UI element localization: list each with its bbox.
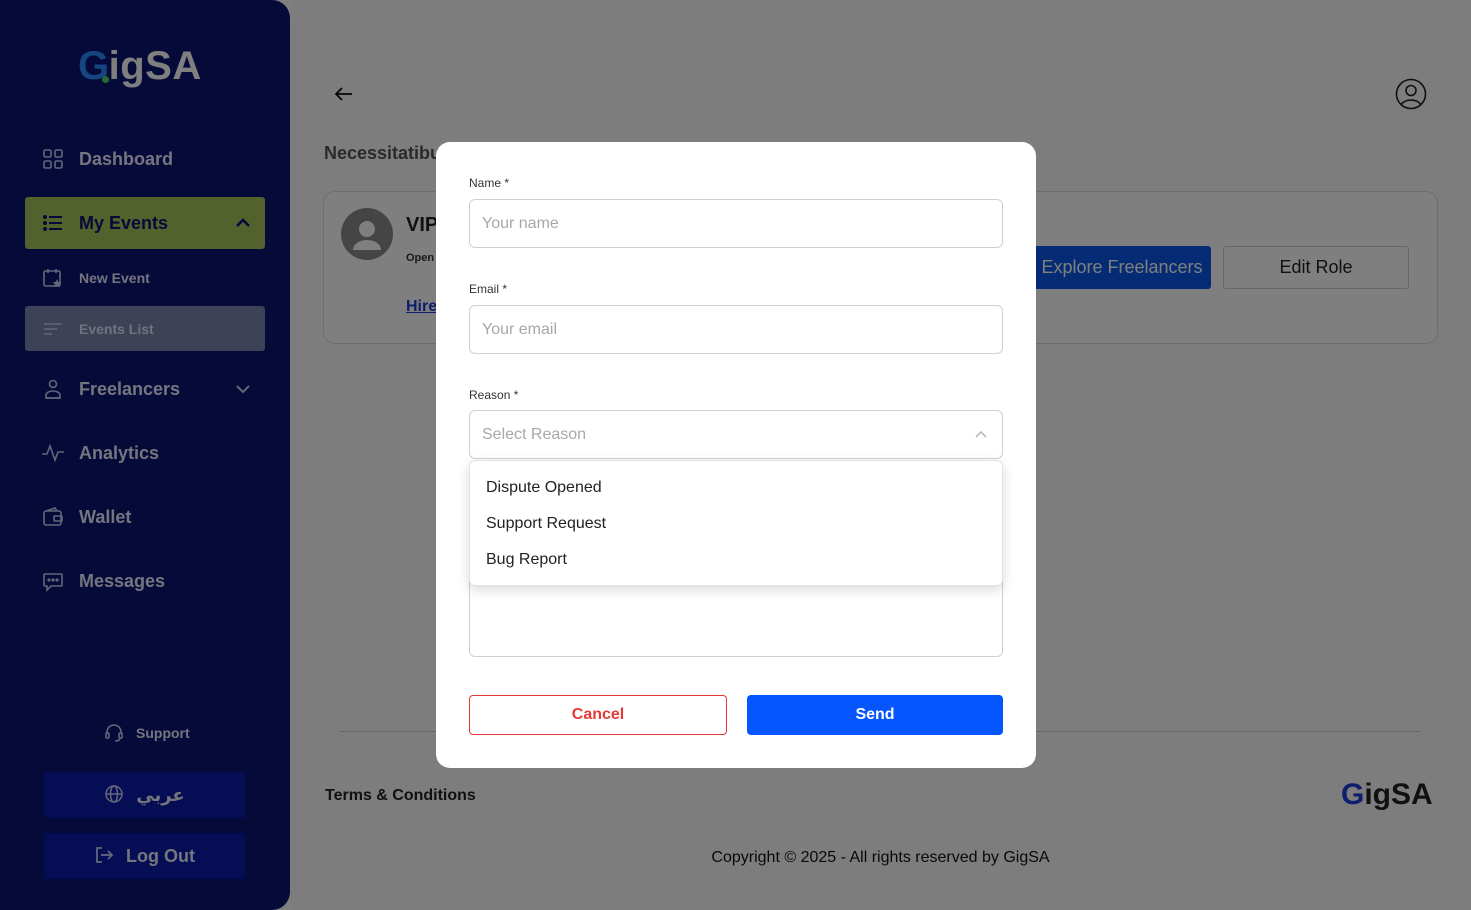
send-button[interactable]: Send	[747, 695, 1003, 735]
reason-placeholder: Select Reason	[482, 426, 587, 443]
reason-option[interactable]: Bug Report	[486, 551, 567, 569]
cancel-button[interactable]: Cancel	[469, 695, 727, 735]
support-request-modal: Name * Email * Reason * Select Reason Di…	[436, 142, 1036, 768]
chevron-up-icon	[972, 425, 990, 443]
reason-option[interactable]: Support Request	[486, 515, 606, 533]
reason-dropdown: Dispute Opened Support Request Bug Repor…	[469, 460, 1003, 586]
reason-label: Reason *	[469, 388, 519, 402]
reason-select[interactable]: Select Reason	[469, 410, 1003, 459]
name-label: Name *	[469, 176, 510, 190]
email-label: Email *	[469, 282, 508, 296]
reason-option[interactable]: Dispute Opened	[486, 479, 602, 497]
name-input[interactable]	[469, 199, 1003, 248]
email-input[interactable]	[469, 305, 1003, 354]
